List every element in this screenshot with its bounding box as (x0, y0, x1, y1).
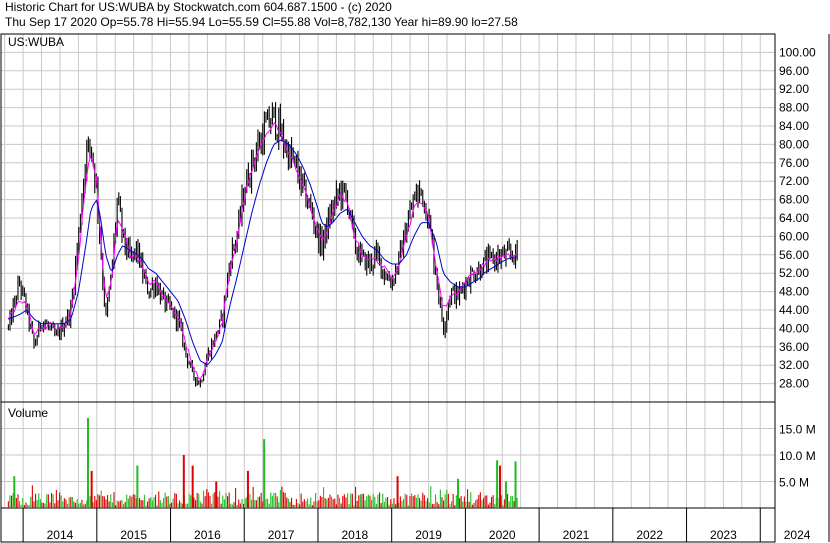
price-panel-title: US:WUBA (8, 35, 64, 49)
price-tick-label: 68.00 (779, 193, 809, 207)
price-tick-label: 48.00 (779, 285, 809, 299)
price-tick-label: 84.00 (779, 119, 809, 133)
price-tick-label: 100.00 (779, 45, 816, 59)
price-tick-label: 52.00 (779, 266, 809, 280)
price-tick-label: 32.00 (779, 358, 809, 372)
price-tick-label: 36.00 (779, 340, 809, 354)
volume-tick-label: 5.0 M (779, 476, 809, 490)
year-tick-label: 2021 (563, 528, 590, 542)
year-tick-label: 2019 (415, 528, 442, 542)
price-tick-label: 64.00 (779, 211, 809, 225)
price-tick-label: 40.00 (779, 321, 809, 335)
year-tick-label: 2016 (194, 528, 221, 542)
price-tick-label: 76.00 (779, 156, 809, 170)
price-tick-label: 80.00 (779, 137, 809, 151)
volume-panel-title: Volume (8, 406, 48, 420)
year-tick-label: 2017 (268, 528, 295, 542)
price-tick-label: 92.00 (779, 82, 809, 96)
price-tick-label: 96.00 (779, 64, 809, 78)
year-tick-label: 2024 (784, 528, 811, 542)
volume-grid (1, 428, 775, 482)
price-tick-label: 72.00 (779, 174, 809, 188)
year-tick-label: 2023 (710, 528, 737, 542)
year-tick-label: 2018 (341, 528, 368, 542)
year-tick-label: 2020 (489, 528, 516, 542)
year-tick-label: 2022 (636, 528, 663, 542)
year-tick-label: 2014 (47, 528, 74, 542)
price-tick-label: 56.00 (779, 248, 809, 262)
chart-window: Historic Chart for US:WUBA by Stockwatch… (0, 0, 830, 543)
price-tick-label: 44.00 (779, 303, 809, 317)
volume-tick-label: 10.0 M (779, 449, 816, 463)
price-tick-label: 88.00 (779, 101, 809, 115)
price-tick-label: 60.00 (779, 229, 809, 243)
axis-labels: 100.00 96.00 92.00 88.00 84.00 80.00 76.00 72.0… (8, 35, 816, 542)
price-tick-label: 28.00 (779, 377, 809, 391)
year-tick-label: 2015 (120, 528, 147, 542)
stock-chart: 100.00 96.00 92.00 88.00 84.00 80.00 76.00 72.0… (0, 33, 830, 543)
volume-tick-label: 15.0 M (779, 423, 816, 437)
